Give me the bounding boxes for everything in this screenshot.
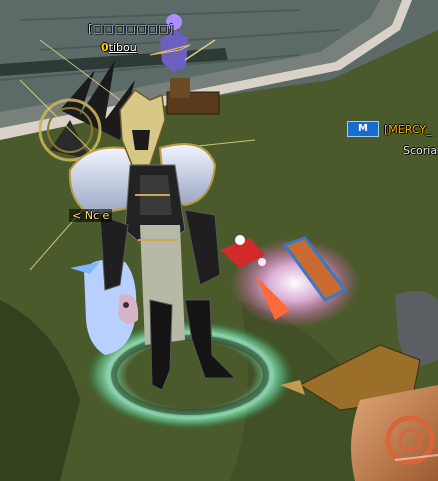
scoria-name-label[interactable]: Scoria [403, 144, 437, 157]
player-name-label[interactable]: 0tibou [101, 41, 137, 54]
mercy-guild-label: [MERCY_ [384, 123, 432, 136]
guild-emblem-icon: M [347, 121, 379, 137]
player-number: 0 [101, 41, 109, 54]
game-world[interactable] [0, 0, 438, 481]
hero-name-label[interactable]: < Nc e [69, 209, 113, 222]
guild-tag-label: [□□□□□□□] [88, 22, 174, 35]
player-name[interactable]: tibou [109, 41, 137, 54]
game-viewport[interactable]: [□□□□□□□] 0tibou M [MERCY_ Scoria < Nc e [0, 0, 438, 481]
